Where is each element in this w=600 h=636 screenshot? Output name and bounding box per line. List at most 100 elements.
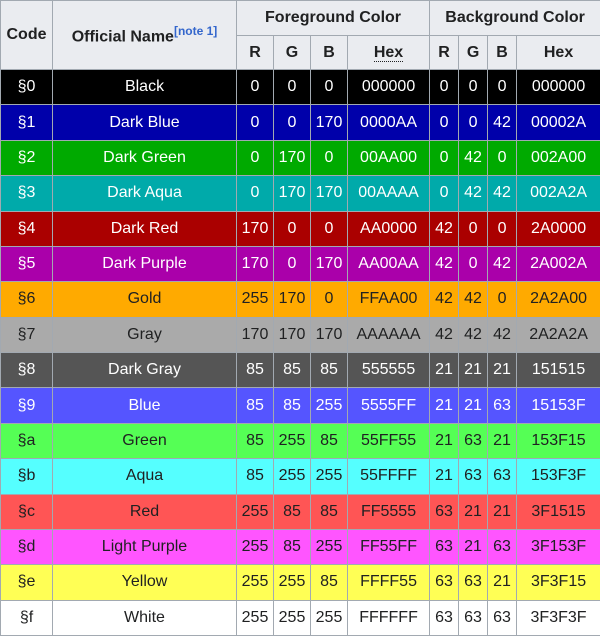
foreground-g-cell: 0 [273, 245, 311, 283]
foreground-g-cell: 85 [273, 387, 311, 424]
official-name-cell: White [52, 599, 237, 636]
background-b-cell: 0 [487, 139, 518, 177]
background-b-cell: 21 [487, 422, 518, 460]
foreground-b-cell: 85 [310, 493, 348, 530]
hex-abbreviation: Hex [373, 43, 404, 62]
official-name-cell: Dark Blue [52, 104, 237, 141]
table-row: §6 Gold 255 170 0 FFAA00 42 42 0 2A2A00 [0, 281, 600, 318]
table-row: §c Red 255 85 85 FF5555 63 21 21 3F1515 [0, 493, 600, 530]
background-g-cell: 21 [458, 351, 489, 389]
table-row: §0 Black 0 0 0 000000 0 0 0 000000 [0, 68, 600, 106]
background-r-cell: 21 [429, 458, 460, 495]
foreground-hex-cell: FF5555 [346, 493, 431, 530]
background-g-cell: 42 [458, 281, 489, 318]
header-foreground-g: G [273, 35, 311, 70]
background-r-cell: 63 [429, 564, 460, 601]
background-g-cell: 63 [458, 564, 489, 601]
code-cell: §d [0, 528, 53, 566]
foreground-g-cell: 255 [273, 422, 311, 460]
code-cell: §2 [0, 139, 53, 177]
foreground-b-cell: 255 [310, 599, 348, 636]
header-background-r: R [429, 35, 460, 70]
table-row: §e Yellow 255 255 85 FFFF55 63 63 21 3F3F15 [0, 564, 600, 601]
foreground-g-cell: 170 [273, 281, 311, 318]
code-cell: §1 [0, 104, 53, 141]
header-background-g: G [458, 35, 489, 70]
background-b-cell: 42 [487, 316, 518, 354]
foreground-hex-cell: FFFFFF [346, 599, 431, 636]
foreground-r-cell: 255 [236, 599, 274, 636]
header-official-name: Official Name[note 1] [52, 0, 237, 70]
background-hex-cell: 151515 [516, 351, 600, 389]
table-row: §5 Dark Purple 170 0 170 AA00AA 42 0 42 2A002A [0, 245, 600, 283]
foreground-g-cell: 255 [273, 458, 311, 495]
foreground-r-cell: 85 [236, 387, 274, 424]
background-r-cell: 63 [429, 528, 460, 566]
foreground-r-cell: 0 [236, 175, 274, 212]
background-b-cell: 63 [487, 528, 518, 566]
background-hex-cell: 3F153F [516, 528, 600, 566]
foreground-hex-cell: FF55FF [346, 528, 431, 566]
background-g-cell: 42 [458, 175, 489, 212]
foreground-b-cell: 0 [310, 68, 348, 106]
background-r-cell: 21 [429, 422, 460, 460]
code-cell: §b [0, 458, 53, 495]
code-cell: §f [0, 599, 53, 636]
foreground-hex-cell: 555555 [346, 351, 431, 389]
foreground-b-cell: 170 [310, 104, 348, 141]
official-name-cell: Gold [52, 281, 237, 318]
foreground-b-cell: 255 [310, 387, 348, 424]
code-cell: §5 [0, 245, 53, 283]
foreground-g-cell: 0 [273, 210, 311, 247]
foreground-r-cell: 255 [236, 493, 274, 530]
background-b-cell: 0 [487, 281, 518, 318]
official-name-cell: Dark Green [52, 139, 237, 177]
foreground-r-cell: 0 [236, 139, 274, 177]
code-cell: §0 [0, 68, 53, 106]
background-r-cell: 63 [429, 599, 460, 636]
background-b-cell: 63 [487, 599, 518, 636]
official-name-cell: Dark Purple [52, 245, 237, 283]
background-r-cell: 42 [429, 210, 460, 247]
foreground-r-cell: 170 [236, 316, 274, 354]
foreground-b-cell: 170 [310, 175, 348, 212]
table-row: §4 Dark Red 170 0 0 AA0000 42 0 0 2A0000 [0, 210, 600, 247]
table-row: §a Green 85 255 85 55FF55 21 63 21 153F15 [0, 422, 600, 460]
code-cell: §9 [0, 387, 53, 424]
background-b-cell: 0 [487, 68, 518, 106]
foreground-hex-cell: 000000 [346, 68, 431, 106]
background-g-cell: 21 [458, 387, 489, 424]
color-codes-table: Code Official Name[note 1] Foreground Co… [0, 0, 600, 636]
foreground-g-cell: 255 [273, 564, 311, 601]
foreground-b-cell: 0 [310, 139, 348, 177]
background-b-cell: 63 [487, 458, 518, 495]
foreground-hex-cell: AA00AA [346, 245, 431, 283]
foreground-b-cell: 255 [310, 458, 348, 495]
background-hex-cell: 153F15 [516, 422, 600, 460]
code-cell: §e [0, 564, 53, 601]
background-b-cell: 42 [487, 175, 518, 212]
foreground-r-cell: 255 [236, 564, 274, 601]
background-hex-cell: 3F3F3F [516, 599, 600, 636]
foreground-hex-cell: FFAA00 [346, 281, 431, 318]
background-hex-cell: 2A2A2A [516, 316, 600, 354]
table-body: §0 Black 0 0 0 000000 0 0 0 000000 §1 Dark Blue 0 0 17… [0, 68, 600, 636]
foreground-hex-cell: 55FF55 [346, 422, 431, 460]
background-hex-cell: 3F3F15 [516, 564, 600, 601]
note-reference-link[interactable]: [note 1] [174, 24, 217, 38]
foreground-hex-cell: AA0000 [346, 210, 431, 247]
foreground-r-cell: 85 [236, 458, 274, 495]
official-name-cell: Aqua [52, 458, 237, 495]
background-b-cell: 21 [487, 351, 518, 389]
background-g-cell: 0 [458, 245, 489, 283]
foreground-hex-cell: 55FFFF [346, 458, 431, 495]
foreground-r-cell: 85 [236, 351, 274, 389]
background-g-cell: 63 [458, 422, 489, 460]
table-row: §7 Gray 170 170 170 AAAAAA 42 42 42 2A2A2A [0, 316, 600, 354]
background-b-cell: 21 [487, 564, 518, 601]
background-g-cell: 0 [458, 104, 489, 141]
foreground-b-cell: 0 [310, 281, 348, 318]
background-hex-cell: 2A0000 [516, 210, 600, 247]
code-cell: §c [0, 493, 53, 530]
background-b-cell: 0 [487, 210, 518, 247]
